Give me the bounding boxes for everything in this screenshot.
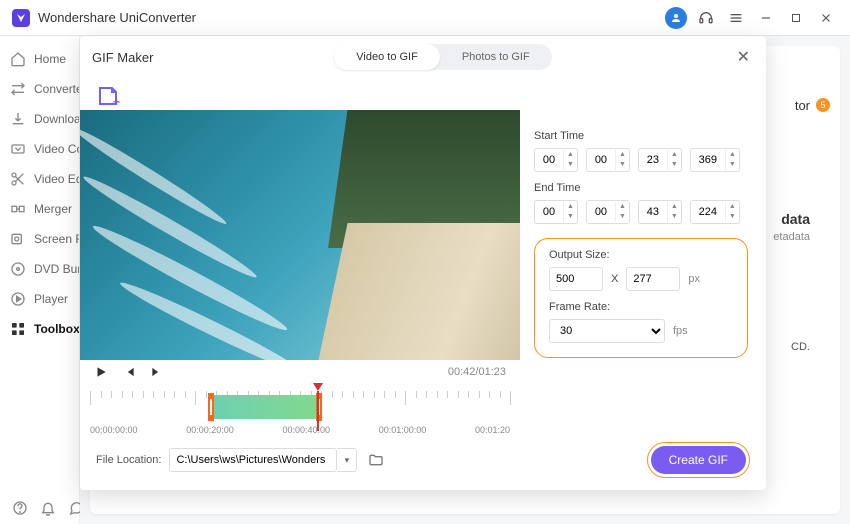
badge: 5: [816, 98, 830, 112]
selection-range[interactable]: [211, 395, 316, 419]
start-minutes[interactable]: ▲▼: [586, 148, 630, 172]
sidebar-item-downloader[interactable]: Downloader: [0, 104, 79, 134]
record-icon: [10, 231, 26, 247]
sidebar-item-label: Video Compressor: [34, 142, 79, 156]
sidebar-item-label: Downloader: [34, 112, 79, 126]
bg-data-title: data: [781, 211, 810, 227]
file-location-label: File Location:: [96, 454, 161, 466]
app-title: Wondershare UniConverter: [38, 10, 196, 25]
start-handle[interactable]: [208, 393, 214, 421]
sidebar-item-label: Merger: [34, 202, 72, 216]
help-icon[interactable]: [12, 500, 28, 516]
sidebar-item-recorder[interactable]: Screen Recorder: [0, 224, 79, 254]
sidebar-item-label: Video Editor: [34, 172, 79, 186]
sidebar-item-label: Player: [34, 292, 68, 306]
end-hours[interactable]: ▲▼: [534, 200, 578, 224]
compress-icon: [10, 141, 26, 157]
size-multiply: X: [611, 273, 618, 285]
sidebar-item-label: DVD Burner: [34, 262, 79, 276]
end-time-label: End Time: [534, 182, 748, 194]
tab-video-to-gif[interactable]: Video to GIF: [334, 44, 440, 70]
close-icon[interactable]: [814, 6, 838, 30]
start-time-label: Start Time: [534, 130, 748, 142]
tick-label: 00:01:20: [475, 425, 510, 435]
mode-tabs: Video to GIF Photos to GIF: [334, 44, 551, 70]
tick-label: 00:00:00:00: [90, 425, 138, 435]
size-unit: px: [688, 273, 700, 285]
output-width[interactable]: [549, 267, 603, 291]
time-current: 00:42: [448, 366, 476, 378]
play-icon: [10, 291, 26, 307]
rate-unit: fps: [673, 325, 688, 337]
app-logo: [12, 9, 30, 27]
download-icon: [10, 111, 26, 127]
bg-label: tor: [795, 98, 810, 113]
sidebar-item-compressor[interactable]: Video Compressor: [0, 134, 79, 164]
output-height[interactable]: [626, 267, 680, 291]
sidebar-item-toolbox[interactable]: Toolbox: [0, 314, 79, 344]
play-button[interactable]: [94, 365, 108, 379]
sidebar-item-dvd[interactable]: DVD Burner: [0, 254, 79, 284]
create-gif-button[interactable]: Create GIF: [651, 446, 746, 474]
merge-icon: [10, 201, 26, 217]
end-seconds[interactable]: ▲▼: [638, 200, 682, 224]
frame-rate-label: Frame Rate:: [549, 301, 733, 313]
tick-label: 00:00:20:00: [186, 425, 234, 435]
scissors-icon: [10, 171, 26, 187]
tick-label: 00:01:00:00: [379, 425, 427, 435]
open-folder-button[interactable]: [365, 449, 387, 471]
sidebar-item-label: Converter: [34, 82, 79, 96]
gif-maker-dialog: GIF Maker Video to GIF Photos to GIF ✕ +: [80, 36, 766, 490]
headset-icon[interactable]: [694, 6, 718, 30]
end-ms[interactable]: ▲▼: [690, 200, 740, 224]
close-icon[interactable]: ✕: [733, 47, 754, 67]
start-seconds[interactable]: ▲▼: [638, 148, 682, 172]
start-hours[interactable]: ▲▼: [534, 148, 578, 172]
location-dropdown[interactable]: ▾: [337, 448, 357, 472]
home-icon: [10, 51, 26, 67]
menu-icon[interactable]: [724, 6, 748, 30]
sidebar-item-home[interactable]: Home: [0, 44, 79, 74]
timeline[interactable]: 00:00:00:00 00:00:20:00 00:00:40:00 00:0…: [90, 391, 510, 432]
sidebar-item-converter[interactable]: Converter: [0, 74, 79, 104]
sidebar-item-merger[interactable]: Merger: [0, 194, 79, 224]
sidebar-item-player[interactable]: Player: [0, 284, 79, 314]
bell-icon[interactable]: [40, 500, 56, 516]
prev-frame-button[interactable]: [122, 365, 136, 379]
time-total: 01:23: [478, 366, 506, 378]
video-preview[interactable]: [80, 110, 520, 360]
frame-rate-select[interactable]: 30: [549, 319, 665, 343]
user-avatar[interactable]: [664, 6, 688, 30]
bg-cd-text: CD.: [791, 341, 810, 353]
dialog-title: GIF Maker: [92, 50, 153, 65]
toolbox-icon: [10, 321, 26, 337]
end-minutes[interactable]: ▲▼: [586, 200, 630, 224]
disc-icon: [10, 261, 26, 277]
svg-text:+: +: [113, 95, 120, 108]
sidebar-item-label: Screen Recorder: [34, 232, 79, 246]
tick-label: 00:00:40:00: [282, 425, 330, 435]
bg-data-sub: etadata: [773, 231, 810, 243]
file-location-input[interactable]: [169, 448, 337, 472]
playhead[interactable]: [313, 383, 323, 391]
minimize-icon[interactable]: [754, 6, 778, 30]
next-frame-button[interactable]: [150, 365, 164, 379]
sidebar-item-editor[interactable]: Video Editor: [0, 164, 79, 194]
add-media-button[interactable]: +: [94, 82, 122, 110]
output-size-label: Output Size:: [549, 249, 733, 261]
sidebar-item-label: Toolbox: [34, 322, 79, 336]
maximize-icon[interactable]: [784, 6, 808, 30]
start-ms[interactable]: ▲▼: [690, 148, 740, 172]
sidebar-item-label: Home: [34, 52, 66, 66]
converter-icon: [10, 81, 26, 97]
tab-photos-to-gif[interactable]: Photos to GIF: [440, 44, 552, 70]
